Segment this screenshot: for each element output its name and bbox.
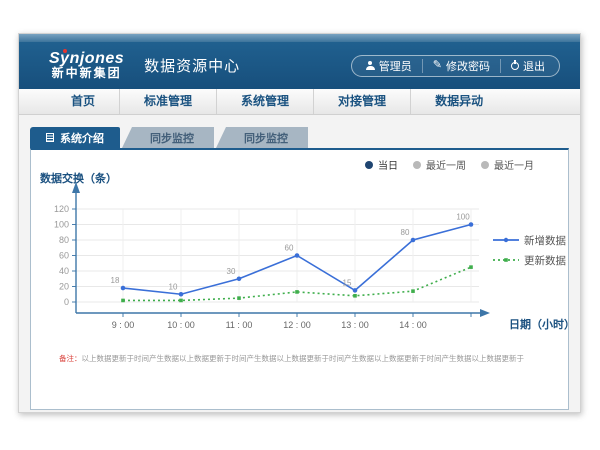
user-icon [366, 61, 375, 70]
svg-text:12 : 00: 12 : 00 [283, 320, 311, 330]
nav-item-system-management[interactable]: 系统管理 [217, 89, 314, 114]
nav-item-home[interactable]: 首页 [47, 89, 120, 114]
tab-system-intro-label: 系统介绍 [60, 130, 104, 146]
footnote-label: 备注： [59, 354, 82, 363]
range-filter: 当日 最近一周 最近一月 [365, 157, 534, 172]
logo-title: Synjones [49, 51, 124, 66]
svg-text:9 : 00: 9 : 00 [112, 320, 135, 330]
radio-icon [365, 161, 373, 169]
svg-text:60: 60 [59, 251, 69, 261]
footnote-text: 以上数据更新于时间产生数据以上数据更新于时间产生数据以上数据更新于时间产生数据以… [82, 354, 525, 363]
tab-system-intro[interactable]: 系统介绍 [30, 127, 120, 148]
radio-icon [413, 161, 421, 169]
logout-label: 退出 [523, 58, 545, 74]
radio-icon [481, 161, 489, 169]
edit-icon: ✎ [433, 61, 442, 70]
document-icon [46, 133, 54, 142]
svg-text:新增数据: 新增数据 [524, 234, 566, 247]
footnote: 备注：以上数据更新于时间产生数据以上数据更新于时间产生数据以上数据更新于时间产生… [59, 353, 524, 364]
svg-text:10: 10 [169, 282, 178, 291]
tab-sync-monitor-2-label: 同步监控 [244, 130, 288, 146]
svg-text:60: 60 [285, 244, 294, 253]
filter-last-month-label: 最近一月 [494, 157, 534, 172]
chart-panel: 当日 最近一周 最近一月 数据交换（条） 0204060801001209 : … [30, 148, 569, 410]
admin-user-button[interactable]: 管理员 [356, 59, 422, 73]
svg-text:15: 15 [343, 278, 352, 287]
logo-dot-icon [63, 49, 67, 53]
tab-bar: 系统介绍 同步监控 同步监控 [30, 127, 569, 148]
svg-text:120: 120 [54, 204, 69, 214]
svg-text:80: 80 [401, 228, 410, 237]
tab-sync-monitor-2[interactable]: 同步监控 [216, 127, 308, 148]
svg-text:0: 0 [64, 297, 69, 307]
change-password-label: 修改密码 [446, 58, 490, 74]
app-window: Synjones 新中新集团 数据资源中心 管理员 ✎ 修改密码 退出 [18, 33, 581, 413]
logo: Synjones 新中新集团 [49, 51, 124, 80]
header: Synjones 新中新集团 数据资源中心 管理员 ✎ 修改密码 退出 [19, 42, 580, 89]
change-password-button[interactable]: ✎ 修改密码 [422, 59, 500, 73]
page: Synjones 新中新集团 数据资源中心 管理员 ✎ 修改密码 退出 [0, 0, 600, 450]
filter-last-week-label: 最近一周 [426, 157, 466, 172]
nav-item-integration-management[interactable]: 对接管理 [314, 89, 411, 114]
tab-sync-monitor-1-label: 同步监控 [150, 130, 194, 146]
svg-text:14 : 00: 14 : 00 [399, 320, 427, 330]
x-axis-title: 日期（小时） [509, 317, 571, 331]
filter-last-week[interactable]: 最近一周 [413, 157, 466, 172]
svg-text:10 : 00: 10 : 00 [167, 320, 195, 330]
filter-last-month[interactable]: 最近一月 [481, 157, 534, 172]
svg-text:40: 40 [59, 266, 69, 276]
svg-text:100: 100 [456, 213, 470, 222]
svg-text:80: 80 [59, 235, 69, 245]
legend-item-0[interactable]: 新增数据 [493, 234, 566, 247]
page-title: 数据资源中心 [144, 55, 240, 76]
svg-text:20: 20 [59, 282, 69, 292]
admin-user-label: 管理员 [379, 58, 412, 74]
svg-text:13 : 00: 13 : 00 [341, 320, 369, 330]
svg-text:100: 100 [54, 220, 69, 230]
main-nav: 首页 标准管理 系统管理 对接管理 数据异动 [19, 89, 580, 115]
filter-today[interactable]: 当日 [365, 157, 398, 172]
header-accent-strip [19, 34, 580, 42]
nav-item-data-changes[interactable]: 数据异动 [411, 89, 507, 114]
series-line-0: 18 10 30 60 15 80 100 [111, 213, 474, 297]
user-menu: 管理员 ✎ 修改密码 退出 [351, 55, 560, 77]
svg-text:18: 18 [111, 276, 120, 285]
svg-text:30: 30 [227, 267, 236, 276]
content-area: 系统介绍 同步监控 同步监控 当日 最近一周 [19, 115, 580, 412]
svg-text:更新数据: 更新数据 [524, 254, 566, 267]
filter-today-label: 当日 [378, 157, 398, 172]
logo-subtitle: 新中新集团 [52, 66, 122, 80]
tab-sync-monitor-1[interactable]: 同步监控 [122, 127, 214, 148]
logout-button[interactable]: 退出 [500, 59, 555, 73]
svg-text:11 : 00: 11 : 00 [226, 320, 253, 330]
nav-item-standard-management[interactable]: 标准管理 [120, 89, 217, 114]
line-chart: 0 20 40 60 80 100 120 9 : 00 10 : 00 11 : 00 12 : … [31, 176, 571, 336]
power-icon [511, 62, 519, 70]
legend-item-1[interactable]: 更新数据 [493, 254, 566, 267]
chart-axes: 日期（小时） [72, 182, 571, 331]
